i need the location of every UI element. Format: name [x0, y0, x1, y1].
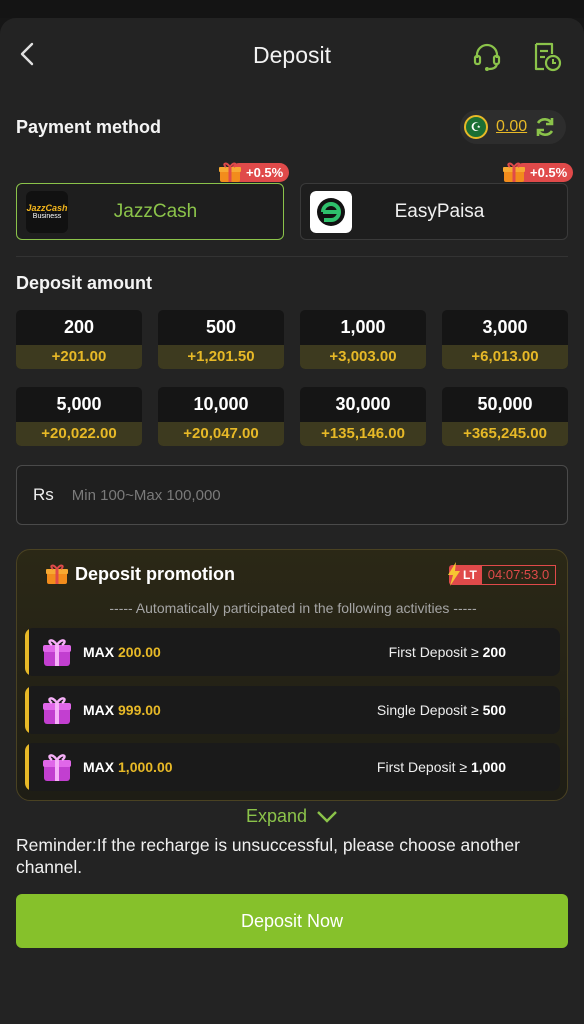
- customer-service-icon[interactable]: [470, 40, 504, 74]
- balance-value: 0.00: [496, 118, 528, 135]
- payment-method-label: Payment method: [16, 117, 162, 137]
- amount-option[interactable]: 500 +1,201.50: [158, 310, 284, 369]
- payment-name-easypaisa: EasyPaisa: [394, 200, 485, 222]
- gift-icon: [46, 564, 68, 584]
- deposit-now-button[interactable]: Deposit Now: [16, 894, 568, 948]
- easypaisa-bonus-badge: +0.5%: [502, 161, 574, 183]
- amount-option[interactable]: 50,000 +365,245.00: [442, 387, 568, 446]
- amount-option[interactable]: 200 +201.00: [16, 310, 142, 369]
- reminder-text: Reminder:If the recharge is unsuccessful…: [16, 835, 520, 877]
- jazzcash-bonus-badge: +0.5%: [218, 161, 290, 183]
- deposit-amount-label: Deposit amount: [16, 273, 153, 293]
- payment-option-jazzcash[interactable]: JazzCash Business JazzCash: [16, 183, 284, 240]
- promotion-title: Deposit promotion: [75, 564, 235, 584]
- pakistan-flag-icon: ☪: [464, 115, 488, 139]
- balance-pill: ☪ 0.00: [460, 110, 566, 144]
- amount-option[interactable]: 10,000 +20,047.00: [158, 387, 284, 446]
- promotion-item[interactable]: MAX 999.00 Single Deposit ≥ 500: [25, 686, 560, 734]
- easypaisa-logo: [310, 190, 352, 233]
- gift-box-icon: [43, 639, 71, 666]
- promotion-item[interactable]: MAX 200.00 First Deposit ≥ 200: [25, 628, 560, 676]
- jazzcash-logo: JazzCash Business: [26, 190, 68, 233]
- payment-name-jazzcash: JazzCash: [113, 200, 198, 222]
- gift-icon: [503, 162, 525, 182]
- gift-box-icon: [43, 754, 71, 781]
- amount-option[interactable]: 1,000 +3,003.00: [300, 310, 426, 369]
- amount-input-box[interactable]: Rs: [16, 465, 568, 525]
- status-bar: [0, 0, 584, 18]
- deposit-history-icon[interactable]: [530, 40, 564, 74]
- promotion-timer: LT 04:07:53.0: [448, 562, 557, 586]
- currency-label: Rs: [33, 485, 54, 504]
- amount-input[interactable]: [71, 486, 512, 504]
- amount-option[interactable]: 3,000 +6,013.00: [442, 310, 568, 369]
- divider: [16, 256, 568, 257]
- gift-box-icon: [43, 697, 71, 724]
- refresh-icon[interactable]: [533, 115, 557, 139]
- countdown-time: 04:07:53.0: [480, 565, 557, 585]
- lightning-icon: [448, 562, 460, 586]
- deposit-promotion-panel: Deposit promotion LT 04:07:53.0 ----- Au…: [16, 549, 568, 801]
- promotion-item[interactable]: MAX 1,000.00 First Deposit ≥ 1,000: [25, 743, 560, 791]
- gift-icon: [219, 162, 241, 182]
- amount-option[interactable]: 30,000 +135,146.00: [300, 387, 426, 446]
- promotion-subtitle: ----- Automatically participated in the …: [109, 600, 477, 616]
- chevron-down-icon: [317, 811, 337, 823]
- amount-option[interactable]: 5,000 +20,022.00: [16, 387, 142, 446]
- payment-option-easypaisa[interactable]: EasyPaisa: [300, 183, 568, 240]
- expand-button[interactable]: Expand: [0, 806, 584, 827]
